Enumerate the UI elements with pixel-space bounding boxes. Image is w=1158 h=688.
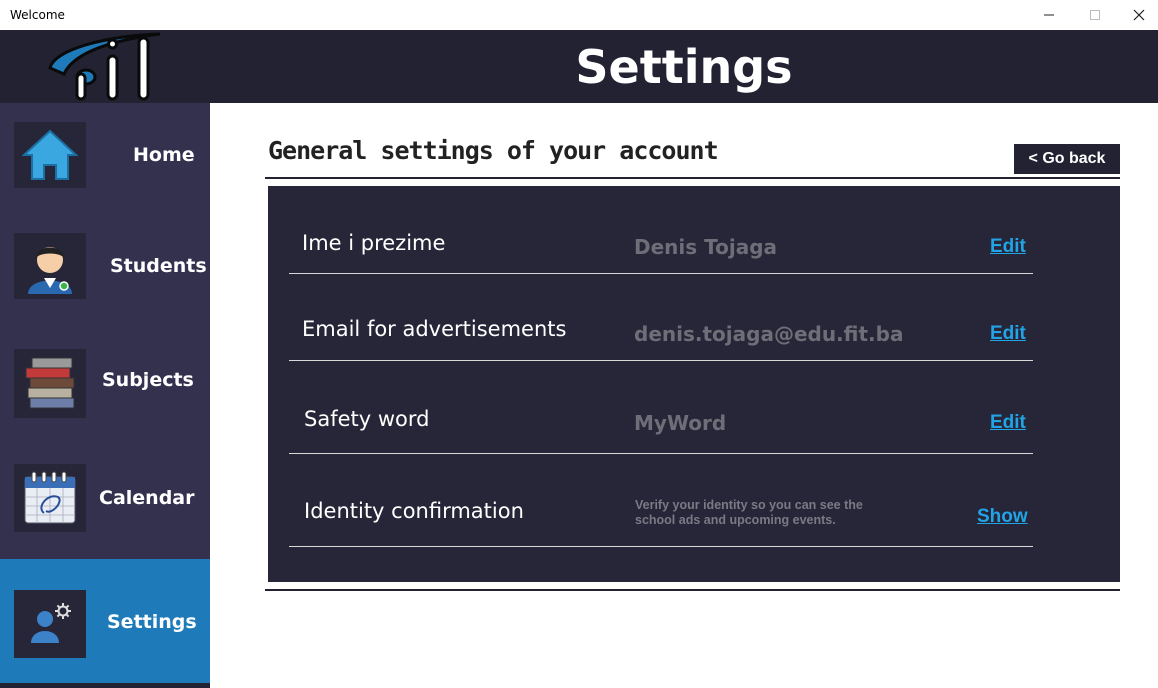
student-avatar-icon (28, 247, 72, 294)
calendar-icon-box (14, 464, 86, 532)
row-label: Safety word (304, 407, 430, 431)
row-description: Verify your identity so you can see the … (635, 498, 863, 527)
close-icon (1133, 9, 1145, 21)
close-button[interactable] (1116, 0, 1158, 30)
page-title: Settings (575, 40, 793, 94)
subjects-icon-box (14, 349, 86, 418)
sidebar-footer-strip (0, 683, 210, 688)
settings-row-identity: Identity confirmation Verify your identi… (289, 454, 1033, 547)
sidebar-item-label: Calendar (99, 487, 195, 509)
sidebar-item-label: Home (133, 144, 195, 166)
sidebar: Home Students Subjects Calendar Settings (0, 103, 210, 688)
books-icon (25, 357, 75, 408)
user-settings-icon (31, 603, 71, 643)
top-divider (265, 177, 1120, 179)
home-icon (21, 129, 79, 180)
maximize-button[interactable] (1072, 0, 1118, 30)
window-titlebar: Welcome (0, 0, 1158, 30)
settings-row-email: Email for advertisements denis.tojaga@ed… (289, 274, 1033, 361)
row-label: Identity confirmation (304, 499, 524, 523)
row-value: denis.tojaga@edu.fit.ba (634, 322, 904, 346)
sidebar-item-home[interactable]: Home (0, 103, 210, 215)
sidebar-item-students[interactable]: Students (0, 215, 210, 331)
fit-logo (48, 32, 161, 101)
sidebar-item-settings[interactable]: Settings (0, 559, 210, 683)
show-link[interactable]: Show (977, 506, 1028, 528)
minimize-icon (1044, 14, 1054, 16)
calendar-icon (24, 471, 76, 524)
home-icon-box (14, 122, 86, 188)
settings-row-name: Ime i prezime Denis Tojaga Edit (289, 208, 1033, 274)
sidebar-item-label: Students (110, 255, 207, 277)
row-label: Email for advertisements (302, 317, 567, 341)
go-back-button[interactable]: < Go back (1014, 144, 1120, 174)
sidebar-item-label: Settings (107, 611, 197, 633)
section-title: General settings of your account (268, 136, 719, 165)
row-value: Denis Tojaga (634, 235, 778, 259)
row-label: Ime i prezime (302, 231, 446, 255)
settings-panel: Ime i prezime Denis Tojaga Edit Email fo… (268, 186, 1120, 582)
bottom-divider (265, 589, 1120, 591)
edit-link[interactable]: Edit (990, 323, 1026, 345)
window-title: Welcome (10, 8, 65, 22)
row-value: MyWord (634, 411, 727, 435)
sidebar-item-calendar[interactable]: Calendar (0, 447, 210, 559)
app-header: Settings (0, 30, 1158, 103)
sidebar-item-subjects[interactable]: Subjects (0, 331, 210, 447)
students-icon-box (14, 233, 86, 299)
sidebar-item-label: Subjects (102, 369, 194, 391)
settings-icon-box (14, 590, 86, 658)
settings-row-safety-word: Safety word MyWord Edit (289, 361, 1033, 454)
edit-link[interactable]: Edit (990, 236, 1026, 258)
maximize-icon (1090, 10, 1100, 20)
minimize-button[interactable] (1026, 0, 1072, 30)
edit-link[interactable]: Edit (990, 412, 1026, 434)
row-divider (289, 546, 1033, 547)
